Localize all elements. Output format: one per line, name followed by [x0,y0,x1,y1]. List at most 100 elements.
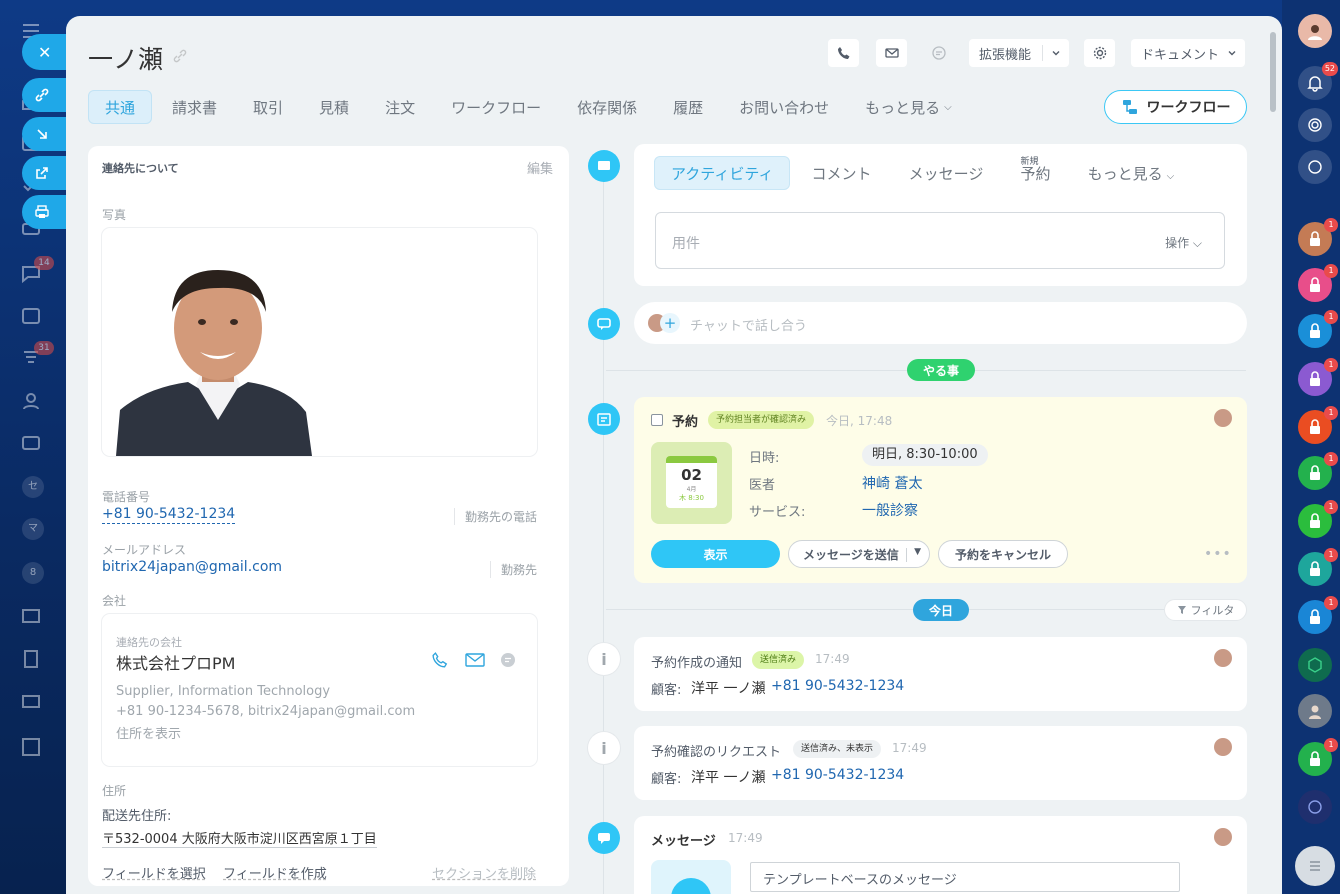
document-icon[interactable] [20,648,44,670]
email-type: 勤務先 [489,561,537,578]
caret-down-icon[interactable]: ▼ [914,547,921,557]
tab-invoices[interactable]: 請求書 [156,90,233,124]
copilot-button[interactable] [1298,790,1332,824]
contact-photo[interactable] [102,228,537,456]
call-button[interactable] [828,39,859,67]
locked-chat-10[interactable]: 1 [1298,738,1338,776]
show-address-link[interactable]: 住所を表示 [116,723,181,742]
date-label: 日時: [749,451,780,466]
locked-chat-1[interactable]: 1 [1298,218,1338,256]
extensions-dropdown[interactable]: 拡張機能 [969,39,1069,67]
settings-button[interactable] [1084,39,1115,67]
grid-icon[interactable] [20,736,44,758]
show-button[interactable]: 表示 [651,540,780,568]
tab-quotes[interactable]: 見積 [303,90,365,124]
open-menu-button[interactable] [1295,846,1335,886]
subject-input[interactable]: 用件 操作 ⌵ [655,212,1225,269]
locked-chat-5[interactable]: 1 [1298,406,1338,444]
tab-activity[interactable]: アクティビティ [654,156,791,190]
email-button[interactable] [876,39,907,67]
search-chat-button[interactable] [1298,150,1332,184]
tab-general[interactable]: 共通 [88,90,153,124]
tab-deals[interactable]: 取引 [237,90,299,124]
address-value[interactable]: 〒532-0004 大阪府大阪市淀川区西宮原１丁目 [102,828,377,848]
booking-checkbox[interactable] [651,414,663,426]
link-icon[interactable] [172,48,188,64]
doctor-value[interactable]: 神崎 蒼太 [862,473,922,493]
service-value[interactable]: 一般診察 [862,500,918,520]
actions-dropdown[interactable]: 操作 ⌵ [1165,234,1202,251]
select-field-link[interactable]: フィールドを選択 [102,863,206,882]
company-name[interactable]: 株式会社プロPM [116,650,235,674]
chevron-down-icon: ⌵ [1166,171,1175,182]
print-button[interactable] [22,195,66,229]
documents-dropdown[interactable]: ドキュメント [1131,39,1245,67]
calendar-icon[interactable] [20,304,44,326]
tab-inquiries[interactable]: お問い合わせ [723,90,845,124]
filter-button[interactable]: フィルタ [1164,599,1247,621]
close-slider-button[interactable]: ✕ [22,34,66,70]
locked-chat-8[interactable]: 1 [1298,548,1338,586]
add-participant-icon[interactable]: + [660,313,680,333]
item-avatar[interactable] [1214,649,1232,667]
tab-dependencies[interactable]: 依存関係 [561,90,653,124]
phone-link[interactable]: +81 90-5432-1234 [102,506,236,524]
card-icon[interactable] [20,432,44,454]
contacts-icon[interactable] [20,390,44,412]
chat-button[interactable] [923,39,954,67]
item-avatar[interactable] [1214,738,1232,756]
minimize-button[interactable] [22,117,66,151]
send-message-button[interactable]: メッセージを送信 ▼ [788,540,930,568]
tab-more[interactable]: もっと見る ⌵ [849,90,968,124]
responsible-avatar[interactable] [1214,409,1232,427]
create-field-link[interactable]: フィールドを作成 [223,863,327,882]
monitor-icon[interactable] [20,692,44,714]
locked-chat-4[interactable]: 1 [1298,358,1338,396]
locked-chat-3[interactable]: 1 [1298,310,1338,348]
nav-letter-3[interactable]: 8 [22,562,44,584]
activity-tabs: アクティビティ コメント メッセージ 新規 予約 もっと見る ⌵ [654,156,1190,191]
chat-discuss-bar[interactable]: + チャットで話し合う [634,302,1247,344]
locked-chat-7[interactable]: 1 [1298,500,1338,538]
scrollbar[interactable] [1270,32,1276,112]
chat-bubble-icon [931,46,946,60]
email-link[interactable]: bitrix24japan@gmail.com [102,559,282,575]
open-new-window-button[interactable] [22,156,66,190]
nav-letter-2[interactable]: マ [22,518,44,540]
tab-orders[interactable]: 注文 [369,90,431,124]
message-avatar[interactable] [1214,828,1232,846]
spiral-button[interactable] [1298,108,1332,142]
company-mail-icon[interactable] [465,652,485,668]
search-chat-icon [1308,160,1322,174]
company-phone-icon[interactable] [432,652,448,668]
tab-activity-more[interactable]: もっと見る ⌵ [1072,157,1191,191]
tab-booking[interactable]: 新規 予約 [1004,157,1066,191]
contact-avatar-button[interactable] [1298,694,1332,728]
item-client-phone[interactable]: +81 90-5432-1234 [771,678,904,694]
copy-link-button[interactable] [22,78,66,112]
locked-chat-2[interactable]: 1 [1298,264,1338,302]
tab-workflows[interactable]: ワークフロー [435,90,557,124]
item-status-badge: 送信済み [752,651,805,669]
tab-comment[interactable]: コメント [796,157,888,191]
delete-section-link[interactable]: セクションを削除 [432,863,536,882]
store-icon[interactable] [20,604,44,626]
timeline-activity-icon [588,150,620,182]
more-menu-icon[interactable]: ••• [1204,546,1232,562]
company-chat-icon[interactable] [500,652,516,668]
item-client-phone[interactable]: +81 90-5432-1234 [771,767,904,783]
chat-badge: 14 [34,256,54,270]
hex-app-button[interactable] [1298,648,1332,682]
mail-icon [884,48,899,58]
locked-chat-6[interactable]: 1 [1298,452,1338,490]
workflow-button[interactable]: ワークフロー [1104,90,1247,124]
nav-letter-1[interactable]: セ [22,476,44,498]
cancel-booking-button[interactable]: 予約をキャンセル [938,540,1068,568]
notifications-button[interactable]: 52 [1298,62,1338,100]
tab-message[interactable]: メッセージ [893,157,1000,191]
tab-history[interactable]: 履歴 [657,90,719,124]
locked-chat-9[interactable]: 1 [1298,596,1338,634]
edit-section-link[interactable]: 編集 [527,158,553,177]
user-avatar[interactable] [1298,14,1332,48]
print-icon [35,205,49,218]
